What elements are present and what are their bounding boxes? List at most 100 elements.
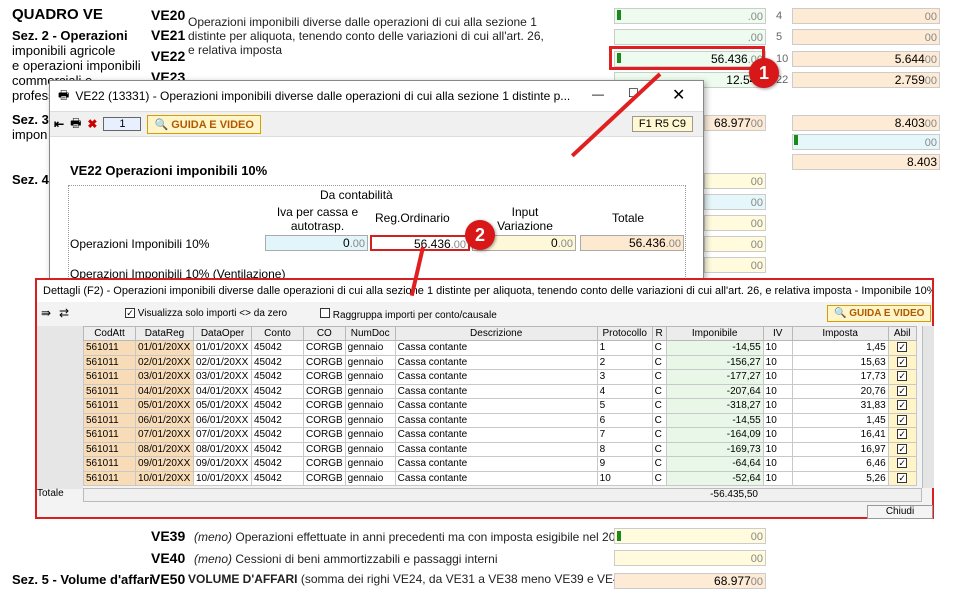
abil-checkbox[interactable]: ✓: [887, 412, 917, 428]
table-cell: 6,46: [791, 456, 889, 472]
table-cell: 08/01/20XX: [193, 441, 252, 457]
ve20-imponibile[interactable]: .00: [614, 8, 766, 24]
export-icon[interactable]: ⇛: [41, 306, 51, 320]
abil-checkbox[interactable]: ✓: [887, 470, 917, 486]
table-cell: Cassa contante: [394, 354, 598, 370]
table-cell: -207,64: [665, 383, 764, 399]
table-cell: 561011: [83, 369, 136, 385]
table-cell: C: [651, 340, 667, 356]
ve39-value[interactable]: 00: [614, 528, 766, 544]
table-row[interactable]: 561011 07/01/20XX 07/01/20XX 45042 CORGB genn…: [83, 427, 917, 443]
ve22-imposta[interactable]: 5.64400: [792, 51, 940, 67]
col-iv[interactable]: IV: [762, 326, 793, 341]
col-imposta[interactable]: Imposta: [791, 326, 889, 341]
ve40-value[interactable]: 00: [614, 550, 766, 566]
table-cell: 1: [596, 340, 653, 356]
ve23-imposta[interactable]: 2.75900: [792, 72, 940, 88]
table-row[interactable]: 561011 09/01/20XX 09/01/20XX 45042 CORGB genn…: [83, 456, 917, 472]
col-abil[interactable]: Abil: [887, 326, 917, 341]
table-cell: 08/01/20XX: [135, 441, 194, 457]
abil-checkbox[interactable]: ✓: [887, 441, 917, 457]
totale-label: Totale: [37, 488, 64, 499]
sez3-row3[interactable]: 8.403: [792, 154, 940, 170]
minimize-button[interactable]: —: [592, 87, 604, 101]
abil-checkbox[interactable]: ✓: [887, 369, 917, 385]
table-cell: C: [651, 427, 667, 443]
vertical-scrollbar[interactable]: [922, 326, 934, 488]
col-datareg[interactable]: DataReg: [135, 326, 194, 341]
col-codatt[interactable]: CodAtt: [83, 326, 136, 341]
ve20-imposta[interactable]: 00: [792, 8, 940, 24]
sez4-label: Sez. 4: [12, 172, 49, 187]
ve50-value[interactable]: 68.97700: [614, 573, 766, 589]
row1-totale[interactable]: 56.436.00: [580, 235, 684, 251]
sez4-row3[interactable]: 00: [704, 215, 766, 231]
table-cell: 45042: [251, 398, 304, 414]
col-co[interactable]: CO: [303, 326, 346, 341]
abil-checkbox[interactable]: ✓: [887, 456, 917, 472]
table-cell: 1,45: [791, 340, 889, 356]
table-cell: 09/01/20XX: [135, 456, 194, 472]
sez4-row2[interactable]: 00: [704, 194, 766, 210]
close-button[interactable]: ✕: [672, 85, 685, 105]
table-row[interactable]: 561011 01/01/20XX 01/01/20XX 45042 CORGB genn…: [83, 340, 917, 356]
col-conto[interactable]: Conto: [251, 326, 304, 341]
chk-visualizza[interactable]: ✓ Visualizza solo importi <> da zero: [125, 308, 287, 319]
sez4-row4[interactable]: 00: [704, 236, 766, 252]
col-imponibile[interactable]: Imponibile: [665, 326, 764, 341]
table-cell: 45042: [251, 383, 304, 399]
abil-checkbox[interactable]: ✓: [887, 340, 917, 356]
table-cell: Cassa contante: [394, 340, 598, 356]
col-numdoc[interactable]: NumDoc: [344, 326, 396, 341]
refresh-icon[interactable]: ⇄: [59, 306, 69, 320]
table-row[interactable]: 561011 06/01/20XX 06/01/20XX 45042 CORGB genn…: [83, 412, 917, 428]
page-number[interactable]: 1: [103, 117, 142, 131]
ve22-aliquota: 10: [776, 53, 789, 65]
col-r[interactable]: R: [651, 326, 667, 341]
col-protocollo[interactable]: Protocollo: [596, 326, 653, 341]
dettagli-guida-button[interactable]: 🔍 GUIDA E VIDEO: [827, 305, 932, 322]
exit-icon[interactable]: ⇤: [54, 117, 64, 131]
table-row[interactable]: 561011 02/01/20XX 02/01/20XX 45042 CORGB genn…: [83, 354, 917, 370]
col-descrizione[interactable]: Descrizione: [394, 326, 598, 341]
table-cell: CORGB: [303, 383, 346, 399]
sez3-row2[interactable]: 00: [792, 134, 940, 150]
guida-video-button[interactable]: 🔍 GUIDA E VIDEO: [147, 114, 261, 134]
print-icon[interactable]: 🖶: [70, 114, 81, 135]
table-row[interactable]: 561011 05/01/20XX 05/01/20XX 45042 CORGB genn…: [83, 398, 917, 414]
col-dataoper[interactable]: DataOper: [193, 326, 252, 341]
col-reg-header: Reg.Ordinario: [375, 211, 450, 225]
table-row[interactable]: 561011 04/01/20XX 04/01/20XX 45042 CORGB genn…: [83, 383, 917, 399]
table-cell: C: [651, 354, 667, 370]
sez4-row5[interactable]: 00: [704, 257, 766, 273]
da-contabilita-label: Da contabilità: [320, 188, 393, 202]
table-row[interactable]: 561011 08/01/20XX 08/01/20XX 45042 CORGB genn…: [83, 441, 917, 457]
table-row[interactable]: 561011 10/01/20XX 10/01/20XX 45042 CORGB genn…: [83, 470, 917, 486]
row1-iva[interactable]: 0.00: [265, 235, 368, 251]
sez3-imposta[interactable]: 8.40300: [792, 115, 940, 131]
totale-value: -56.435,50: [710, 489, 758, 500]
ve21-imposta[interactable]: 00: [792, 29, 940, 45]
sez4-row1[interactable]: 00: [704, 173, 766, 189]
abil-checkbox[interactable]: ✓: [887, 383, 917, 399]
chk-raggruppa[interactable]: Raggruppa importi per conto/causale: [320, 308, 497, 321]
ve22-dialog: 🖶 VE22 (13331) - Operazioni imponibili d…: [49, 80, 704, 280]
sez3-total[interactable]: 68.97700: [704, 115, 766, 131]
delete-icon[interactable]: ✖: [87, 117, 97, 131]
totale-row: [83, 488, 922, 502]
abil-checkbox[interactable]: ✓: [887, 427, 917, 443]
table-cell: 10/01/20XX: [135, 470, 194, 486]
table-cell: 3: [596, 369, 653, 385]
ve39-marker: [617, 531, 621, 541]
chiudi-button[interactable]: Chiudi: [867, 505, 933, 519]
table-row[interactable]: 561011 03/01/20XX 03/01/20XX 45042 CORGB genn…: [83, 369, 917, 385]
table-cell: 561011: [83, 470, 136, 486]
table-cell: 10: [762, 398, 793, 414]
abil-checkbox[interactable]: ✓: [887, 398, 917, 414]
ve21-imponibile[interactable]: .00: [614, 29, 766, 45]
table-cell: Cassa contante: [394, 369, 598, 385]
table-cell: 5: [596, 398, 653, 414]
abil-checkbox[interactable]: ✓: [887, 354, 917, 370]
table-cell: 06/01/20XX: [135, 412, 194, 428]
sez3-label: Sez. 3: [12, 112, 49, 127]
